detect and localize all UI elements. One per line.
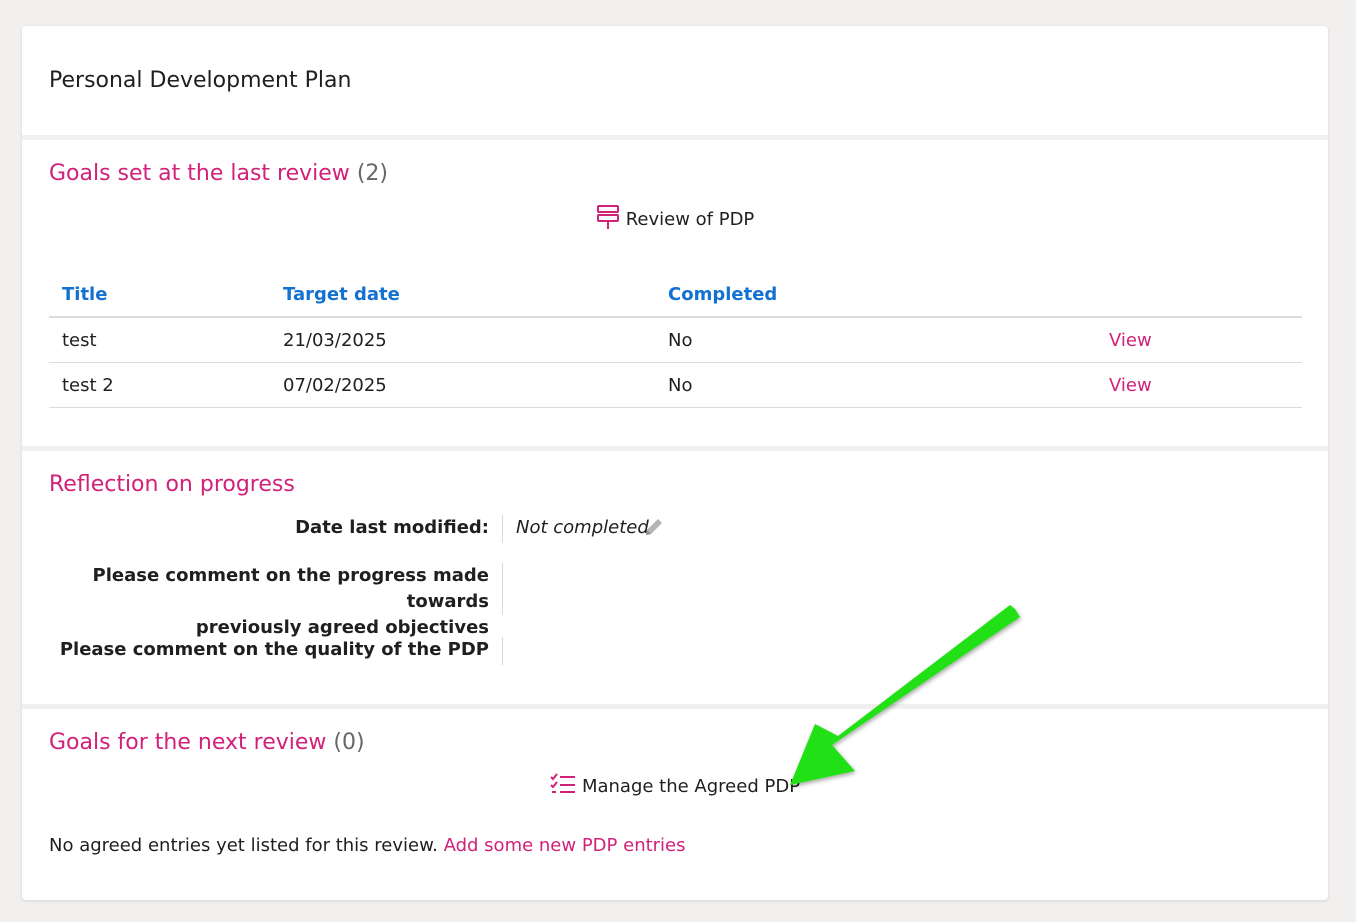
annotation-arrow xyxy=(790,605,1020,785)
